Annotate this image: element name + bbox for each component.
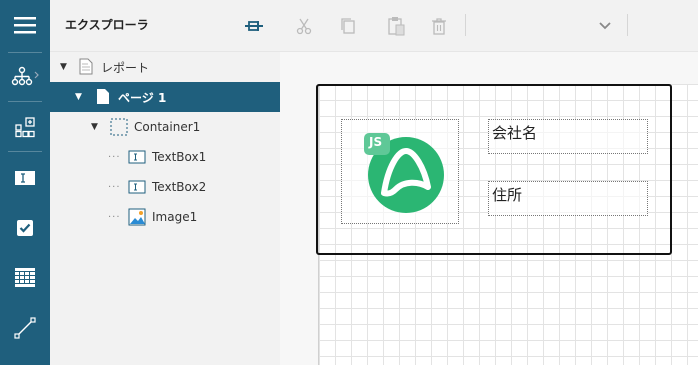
add-control-icon[interactable] <box>0 107 50 147</box>
container-icon <box>110 118 128 139</box>
tree-item-textbox1[interactable]: ··· TextBox1 <box>50 142 280 172</box>
tree-item-label: レポート <box>101 60 150 75</box>
tree-item-label: ページ 1 <box>118 90 167 105</box>
report-doc-icon <box>79 58 93 78</box>
expand-caret-icon[interactable]: ▼ <box>60 62 67 72</box>
tree-connector: ··· <box>108 211 121 223</box>
explorer-title: エクスプローラ <box>65 18 149 32</box>
tree-item-image1[interactable]: ··· Image1 <box>50 202 280 232</box>
hierarchy-icon[interactable] <box>0 57 50 97</box>
hamburger-menu-icon[interactable] <box>0 5 50 45</box>
line-tool-icon[interactable] <box>0 308 50 348</box>
textbox1[interactable]: 会社名 <box>488 119 648 154</box>
rail-divider <box>8 101 42 102</box>
textbox-icon <box>128 150 146 167</box>
top-toolbar: エクスプローラ <box>50 0 698 52</box>
image-icon <box>128 208 146 229</box>
copy-icon[interactable] <box>338 16 358 36</box>
toolbar-divider <box>627 14 628 36</box>
tree-connector: ··· <box>108 181 121 193</box>
tree-item-page-1[interactable]: ▼ ページ 1 <box>50 82 280 112</box>
chevron-down-icon[interactable] <box>595 16 615 36</box>
explorer-panel: ▼ レポート ▼ ページ 1 ▼ Container1 ··· TextBox1… <box>50 52 280 365</box>
pin-icon[interactable] <box>244 16 264 36</box>
tree-item-label: Image1 <box>152 210 198 224</box>
textbox-icon <box>128 180 146 197</box>
textbox2[interactable]: 住所 <box>488 181 648 216</box>
tree-item-label: TextBox2 <box>152 180 207 194</box>
expand-caret-icon[interactable]: ▼ <box>91 122 98 132</box>
js-badge: JS <box>369 134 383 149</box>
app-logo: JS <box>356 127 444 217</box>
tree-connector: ··· <box>108 151 121 163</box>
expand-caret-icon[interactable]: ▼ <box>75 92 82 102</box>
scissors-icon[interactable] <box>294 16 314 36</box>
tree-item-label: Container1 <box>134 120 201 134</box>
rail-divider <box>8 151 42 152</box>
paste-icon[interactable] <box>386 16 406 36</box>
page-icon <box>96 88 110 108</box>
rail-divider <box>8 52 42 53</box>
tree-item-label: TextBox1 <box>152 150 207 164</box>
toolbar-divider <box>465 14 466 36</box>
tree-item-container1[interactable]: ▼ Container1 <box>50 112 280 142</box>
table-tool-icon[interactable] <box>0 258 50 298</box>
checkbox-tool-icon[interactable] <box>0 208 50 248</box>
textbox-tool-icon[interactable] <box>0 158 50 198</box>
tree-item-report[interactable]: ▼ レポート <box>50 52 280 82</box>
trash-icon[interactable] <box>429 16 449 36</box>
tree-item-textbox2[interactable]: ··· TextBox2 <box>50 172 280 202</box>
image1-box[interactable]: JS <box>341 119 459 224</box>
left-rail <box>0 0 50 365</box>
